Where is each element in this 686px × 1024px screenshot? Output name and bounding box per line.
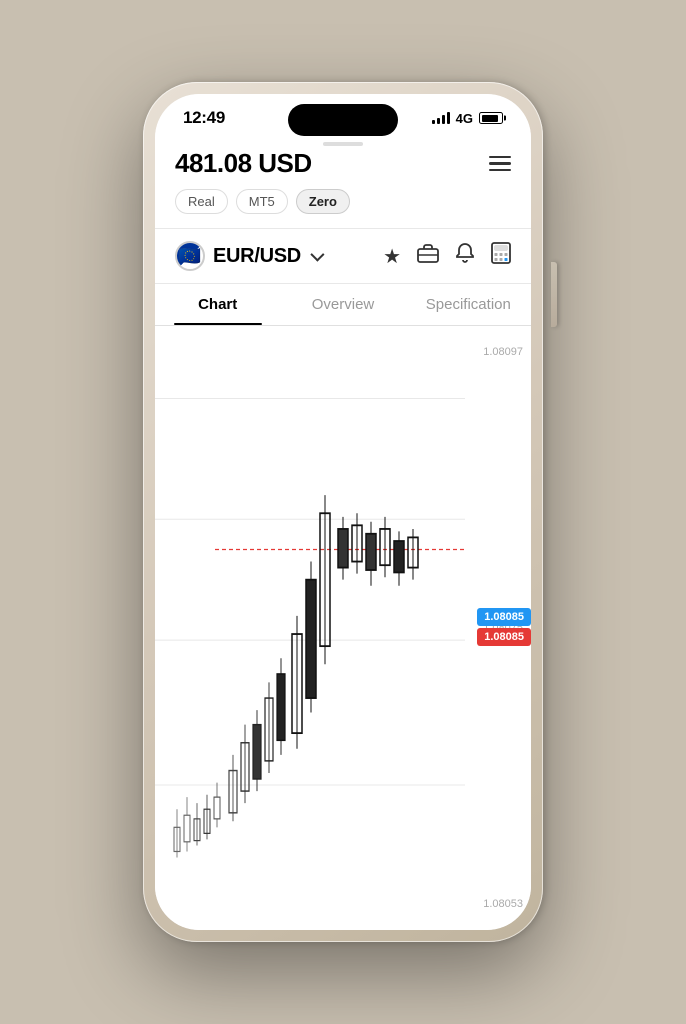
balance-row: 481.08 USD <box>175 148 511 179</box>
tag-real[interactable]: Real <box>175 189 228 214</box>
currency-flag-icon: 🇪🇺 <box>175 241 205 271</box>
tab-overview[interactable]: Overview <box>280 284 405 325</box>
status-right: 4G <box>432 111 503 126</box>
hamburger-menu-button[interactable] <box>489 156 511 172</box>
briefcase-icon[interactable] <box>417 243 439 269</box>
account-tags: Real MT5 Zero <box>175 189 511 214</box>
balance-amount: 481.08 USD <box>175 148 312 179</box>
ask-price-badge: 1.08085 <box>477 628 531 646</box>
battery-icon <box>479 112 503 124</box>
signal-bars-icon <box>432 112 450 124</box>
phone-frame: 12:49 4G 481.08 USD Real <box>143 82 543 942</box>
candlestick-chart <box>155 326 531 930</box>
phone-screen: 12:49 4G 481.08 USD Real <box>155 94 531 930</box>
calculator-icon[interactable] <box>491 242 511 270</box>
header-section: 481.08 USD Real MT5 Zero <box>155 136 531 229</box>
network-label: 4G <box>456 111 473 126</box>
price-badges: 1.08085 1.08085 <box>477 608 531 646</box>
pair-left[interactable]: 🇪🇺 EUR/USD <box>175 241 321 271</box>
pair-name: EUR/USD <box>213 245 301 268</box>
dynamic-island <box>288 104 398 136</box>
battery-fill <box>482 115 498 122</box>
chart-area[interactable]: 1.08097 1.08075 1.08053 1.08085 1.08085 <box>155 326 531 930</box>
tag-zero[interactable]: Zero <box>296 189 350 214</box>
star-icon[interactable]: ★ <box>383 244 401 269</box>
pair-section: 🇪🇺 EUR/USD ★ <box>155 229 531 284</box>
tab-specification[interactable]: Specification <box>406 284 531 325</box>
tag-mt5[interactable]: MT5 <box>236 189 288 214</box>
tabs-section: Chart Overview Specification <box>155 284 531 326</box>
pair-actions: ★ <box>383 242 511 270</box>
tab-chart[interactable]: Chart <box>155 284 280 325</box>
status-time: 12:49 <box>183 108 225 128</box>
side-button <box>551 262 557 327</box>
bid-price-badge: 1.08085 <box>477 608 531 626</box>
bell-icon[interactable] <box>455 242 475 270</box>
scroll-indicator <box>323 142 363 146</box>
chevron-down-icon <box>310 248 324 262</box>
